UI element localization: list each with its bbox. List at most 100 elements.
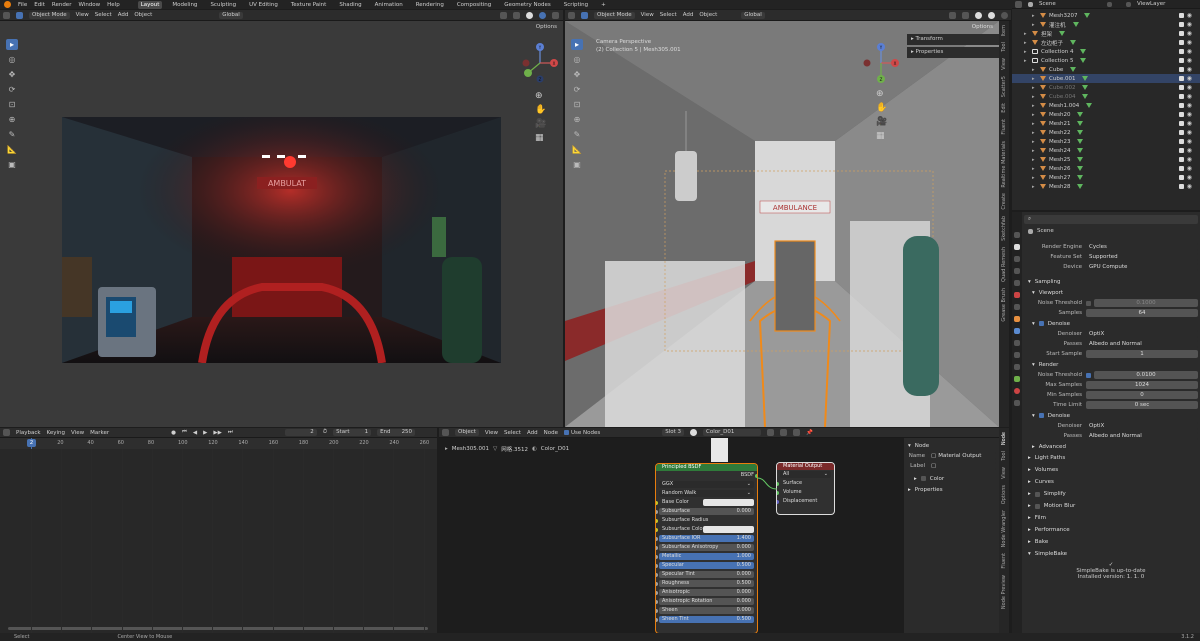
expand-arrow-icon[interactable]: ▸: [1032, 139, 1037, 145]
shading-render-icon[interactable]: [1001, 11, 1008, 19]
vp-denoise-checkbox[interactable]: [1038, 321, 1044, 326]
ortho-grid-icon[interactable]: ▦: [876, 131, 885, 141]
select-mode-icon[interactable]: [581, 11, 588, 19]
visibility-eye-icon[interactable]: ◉: [1187, 30, 1192, 37]
menu-edit[interactable]: Edit: [34, 2, 45, 8]
left-viewport[interactable]: Options ▸ ◎ ✥ ⟳ ⊡ ⊕ ✎ 📐 ▣ X Y Z ⊕ ✋ 🎥 ▦ AM…: [0, 21, 563, 427]
constraints-tab-icon[interactable]: [1014, 364, 1020, 370]
zoom-icon[interactable]: ⊕: [535, 91, 543, 101]
exclude-checkbox[interactable]: [1178, 112, 1184, 117]
visibility-eye-icon[interactable]: ◉: [1187, 120, 1192, 127]
tab-shading[interactable]: Shading: [336, 1, 364, 9]
passes-dropdown[interactable]: Albedo and Normal: [1086, 340, 1198, 348]
color-subpanel[interactable]: ▸ Color: [904, 473, 999, 484]
outliner-row[interactable]: ▸ Mesh1.004 ◉: [1012, 101, 1200, 110]
node-link[interactable]: [439, 438, 904, 633]
visibility-eye-icon[interactable]: ◉: [1187, 165, 1192, 172]
expand-arrow-icon[interactable]: ▸: [1032, 22, 1037, 28]
prev-key-icon[interactable]: ◀: [193, 430, 197, 436]
tab-scripting[interactable]: Scripting: [561, 1, 591, 9]
exclude-checkbox[interactable]: [1178, 139, 1184, 144]
world-tab-icon[interactable]: [1014, 292, 1020, 298]
ortho-grid-icon[interactable]: ▦: [535, 133, 544, 143]
editor-type-icon[interactable]: [3, 11, 10, 19]
render-subpanel[interactable]: ▾ Render: [1024, 359, 1198, 370]
device-dropdown[interactable]: GPU Compute: [1086, 263, 1198, 271]
menu-view[interactable]: View: [76, 12, 89, 18]
jump-start-icon[interactable]: ⏮: [182, 429, 187, 436]
expand-arrow-icon[interactable]: ▸: [1032, 166, 1037, 172]
timeline[interactable]: 220406080100120140160180200220240260 2: [0, 438, 437, 633]
tool-tab-icon[interactable]: [1014, 232, 1020, 238]
tab-texture-paint[interactable]: Texture Paint: [288, 1, 330, 9]
cursor-tool-icon[interactable]: ◎: [6, 54, 18, 65]
menu-window[interactable]: Window: [78, 2, 100, 8]
exclude-checkbox[interactable]: [1178, 13, 1184, 18]
expand-arrow-icon[interactable]: ▸: [1024, 49, 1029, 55]
shading-material-icon[interactable]: [988, 11, 995, 19]
select-mode-icon[interactable]: [16, 11, 23, 19]
curves-panel[interactable]: ▸ Curves: [1024, 476, 1198, 488]
outliner-row[interactable]: ▸ Mesh22 ◉: [1012, 128, 1200, 137]
next-key-icon[interactable]: ▶▶: [213, 430, 221, 436]
tab-tool[interactable]: Tool: [1001, 451, 1007, 461]
measure-tool-icon[interactable]: 📐: [6, 144, 18, 155]
visibility-eye-icon[interactable]: ◉: [1187, 174, 1192, 181]
tab-sketchfab[interactable]: Sketchfab: [1001, 216, 1007, 241]
transform-panel[interactable]: ▸ Transform: [907, 34, 999, 45]
exclude-checkbox[interactable]: [1178, 40, 1184, 45]
menu-file[interactable]: File: [18, 2, 27, 8]
transform-orientation-dropdown[interactable]: Global: [741, 11, 765, 19]
expand-arrow-icon[interactable]: ▸: [1024, 40, 1029, 46]
outliner-row[interactable]: ▸ Mesh27 ◉: [1012, 173, 1200, 182]
editor-type-icon[interactable]: [442, 429, 449, 436]
outliner-row[interactable]: ▸ Mesh24 ◉: [1012, 146, 1200, 155]
tab-node-preview[interactable]: Node Preview: [1001, 575, 1007, 609]
tab-animation[interactable]: Animation: [372, 1, 406, 9]
render-engine-dropdown[interactable]: Cycles: [1086, 243, 1198, 251]
menu-add[interactable]: Add: [683, 12, 694, 18]
outliner-row[interactable]: ▸ Cube.002 ◉: [1012, 83, 1200, 92]
timeline-scrollbar[interactable]: [8, 627, 428, 630]
simplify-checkbox[interactable]: [1034, 491, 1040, 497]
shader-type-dropdown[interactable]: Object: [455, 429, 479, 436]
visibility-eye-icon[interactable]: ◉: [1187, 21, 1192, 28]
tab-options[interactable]: Options: [1001, 485, 1007, 504]
expand-arrow-icon[interactable]: ▸: [1032, 130, 1037, 136]
exclude-checkbox[interactable]: [1178, 148, 1184, 153]
select-box-tool-icon[interactable]: ▸: [6, 39, 18, 50]
visibility-eye-icon[interactable]: ◉: [1187, 147, 1192, 154]
visibility-eye-icon[interactable]: ◉: [1187, 111, 1192, 118]
stopwatch-icon[interactable]: ⏱: [323, 429, 327, 436]
r-noise-checkbox[interactable]: [1086, 372, 1091, 378]
view-layer-selector[interactable]: ViewLayer: [1137, 1, 1165, 7]
tab-item[interactable]: Item: [1001, 25, 1007, 36]
annotate-tool-icon[interactable]: ✎: [571, 129, 583, 140]
tab-layout[interactable]: Layout: [137, 0, 163, 9]
scale-tool-icon[interactable]: ⊡: [6, 99, 18, 110]
expand-arrow-icon[interactable]: ▸: [1032, 13, 1037, 19]
timeline-ruler[interactable]: 220406080100120140160180200220240260: [0, 438, 437, 449]
motion-blur-panel[interactable]: ▸ Motion Blur: [1024, 500, 1198, 512]
viewport-subpanel[interactable]: ▾ Viewport: [1024, 287, 1198, 298]
end-frame-field[interactable]: End 250: [377, 429, 416, 436]
visibility-eye-icon[interactable]: ◉: [1187, 84, 1192, 91]
node-properties-subpanel[interactable]: ▸ Properties: [904, 484, 999, 495]
exclude-checkbox[interactable]: [1178, 67, 1184, 72]
menu-keying[interactable]: Keying: [47, 430, 65, 436]
scale-tool-icon[interactable]: ⊡: [571, 99, 583, 110]
exclude-checkbox[interactable]: [1178, 31, 1184, 36]
sampling-panel[interactable]: ▾ Sampling: [1024, 276, 1198, 287]
navigation-gizmo[interactable]: X Y Z: [518, 41, 562, 85]
outliner-row[interactable]: ▸ 左边柜子 ◉: [1012, 38, 1200, 47]
tab-uv-editing[interactable]: UV Editing: [246, 1, 281, 9]
shading-render-icon[interactable]: [539, 11, 546, 19]
properties-search[interactable]: ⌕: [1024, 215, 1198, 224]
camera-view-icon[interactable]: 🎥: [876, 117, 887, 127]
start-frame-field[interactable]: Start 1: [333, 429, 372, 436]
exclude-checkbox[interactable]: [1178, 121, 1184, 126]
outliner-row[interactable]: ▸ Mesh25 ◉: [1012, 155, 1200, 164]
physics-tab-icon[interactable]: [1014, 352, 1020, 358]
tab-modeling[interactable]: Modeling: [169, 1, 200, 9]
menu-view[interactable]: View: [71, 430, 84, 436]
